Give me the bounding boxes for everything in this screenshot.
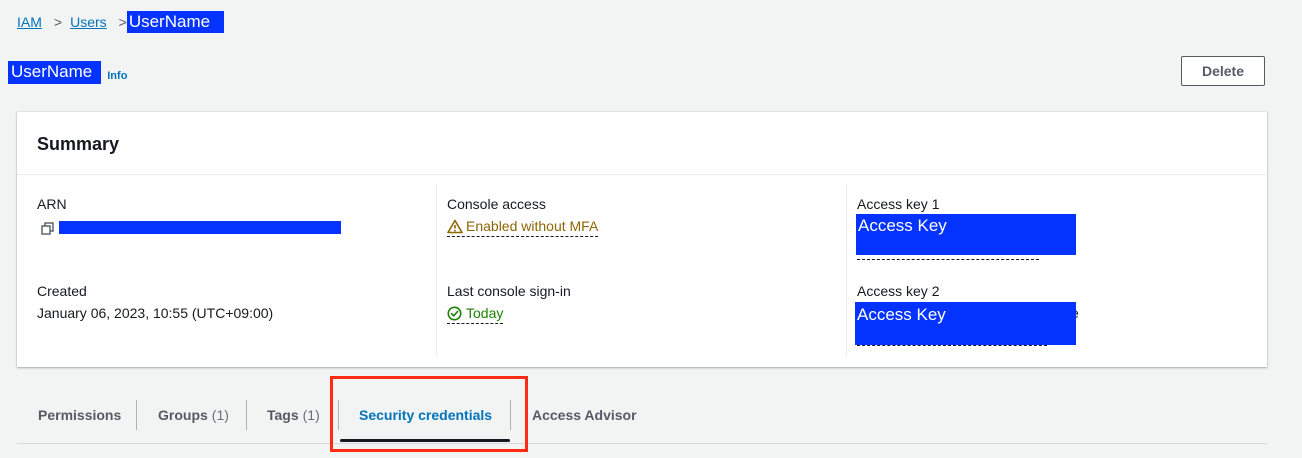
summary-heading: Summary	[17, 112, 1267, 175]
tab-tags[interactable]: Tags (1)	[267, 386, 320, 443]
tab-access-advisor[interactable]: Access Advisor	[532, 386, 637, 443]
console-access-value[interactable]: Enabled without MFA	[447, 218, 599, 237]
last-signin-text: Today	[466, 305, 504, 321]
created-value: January 06, 2023, 10:55 (UTC+09:00)	[37, 305, 274, 321]
access-key-2-value[interactable]: Access Key	[855, 302, 1076, 345]
tab-label: Tags	[267, 406, 299, 423]
access-key-1-label: Access key 1	[857, 196, 940, 212]
tab-groups[interactable]: Groups (1)	[158, 386, 229, 443]
breadcrumb-current: UserName	[126, 11, 225, 33]
page-title: UserName	[8, 61, 102, 84]
last-signin-label: Last console sign-in	[447, 283, 571, 299]
tab-label: Access Advisor	[532, 406, 637, 423]
arn-label: ARN	[37, 196, 67, 212]
last-signin-value[interactable]: Today	[447, 305, 504, 324]
copy-icon[interactable]	[41, 219, 54, 235]
tab-count: (1)	[211, 406, 229, 423]
created-label: Created	[37, 283, 87, 299]
tab-count: (1)	[302, 406, 320, 423]
breadcrumb-separator: >	[53, 14, 63, 30]
tab-divider	[246, 400, 247, 430]
console-access-text: Enabled without MFA	[466, 218, 599, 234]
tab-permissions[interactable]: Permissions	[38, 386, 121, 443]
console-access-label: Console access	[447, 196, 546, 212]
info-link[interactable]: Info	[107, 70, 127, 82]
breadcrumb: IAM > Users > UserName	[17, 11, 225, 33]
breadcrumb-iam-link[interactable]: IAM	[17, 14, 42, 30]
breadcrumb-users-link[interactable]: Users	[70, 14, 107, 30]
summary-column-2: Console access Enabled without MFA Last …	[436, 184, 847, 357]
page-header: UserName Info	[8, 61, 127, 84]
tab-label: Groups	[158, 406, 208, 423]
arn-value	[59, 221, 341, 234]
check-circle-icon	[447, 306, 462, 321]
delete-button[interactable]: Delete	[1181, 56, 1265, 86]
summary-column-1: ARN Created January 06, 2023, 10:55 (UTC…	[17, 184, 436, 357]
highlight-annotation	[330, 376, 528, 452]
tab-bar: Permissions Groups (1) Tags (1) Security…	[17, 386, 1267, 444]
tab-label: Permissions	[38, 406, 122, 423]
access-key-2-label: Access key 2	[857, 283, 940, 299]
tab-divider	[136, 400, 137, 430]
access-key-1-value[interactable]: Access Key	[856, 214, 1076, 255]
summary-column-3: Access key 1 Access Key Access key 2 e A…	[846, 184, 1267, 357]
breadcrumb-separator: >	[118, 14, 127, 30]
summary-panel: Summary ARN Created January 06, 2023, 10…	[17, 112, 1267, 367]
warning-icon	[447, 219, 463, 234]
